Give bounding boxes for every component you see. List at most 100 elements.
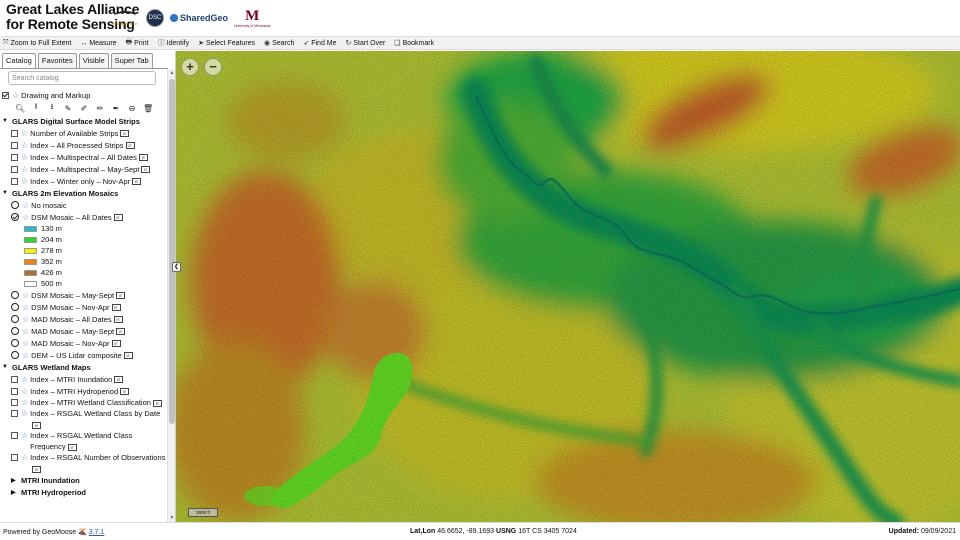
edit-pencil-icon[interactable]: ✒ <box>111 104 121 113</box>
favorite-star-icon[interactable]: ☆ <box>22 201 29 210</box>
favorite-star-icon[interactable]: ☆ <box>21 141 28 150</box>
metadata-info-icon[interactable]: i≡ <box>152 399 162 407</box>
layer-item[interactable]: ☆ MAD Mosaic – All Dates i≡ <box>2 313 166 325</box>
radio-icon[interactable] <box>11 315 19 323</box>
toolbar-measurebutton[interactable]: ↔ Measure <box>80 40 116 47</box>
layer-item[interactable]: ☆ Index – MTRI Inundation i≡ <box>2 373 166 385</box>
toolbar-printbutton[interactable]: 🖶 Print <box>126 38 149 49</box>
checkbox-icon[interactable] <box>11 375 18 383</box>
checkbox-icon[interactable] <box>11 432 18 439</box>
toolbar-searchbutton[interactable]: ◉ Search <box>264 39 294 48</box>
caret-right-icon[interactable]: ▶ <box>11 477 18 484</box>
checkbox-icon[interactable] <box>11 153 18 161</box>
metadata-info-icon[interactable]: i≡ <box>138 154 148 162</box>
tab-super-tab[interactable]: Super Tab <box>110 53 153 68</box>
metadata-info-icon[interactable]: i≡ <box>111 304 121 312</box>
download-icon[interactable]: ⭳ <box>47 101 57 115</box>
favorite-star-icon[interactable]: ☆ <box>21 387 28 396</box>
group-dsm-strips[interactable]: ▼ GLARS Digital Surface Model Strips <box>2 115 166 127</box>
metadata-info-icon[interactable]: i≡ <box>32 421 42 429</box>
layer-item[interactable]: ☆ DEM – US Lidar composite i≡ <box>2 349 166 361</box>
favorite-star-icon[interactable]: ☆ <box>21 153 28 162</box>
group-wetland-maps[interactable]: ▼ GLARS Wetland Maps <box>2 361 166 373</box>
checkbox-icon[interactable] <box>2 91 9 99</box>
layer-item[interactable]: ☆ Index – All Processed Strips i≡ <box>2 139 166 151</box>
remove-circle-icon[interactable]: ⊖ <box>127 104 137 113</box>
toolbar-find-mebutton[interactable]: ➶ Find Me <box>303 39 336 48</box>
group-mtri-hydroperiod[interactable]: ▶ MTRI Hydroperiod <box>2 486 166 498</box>
sidebar-scrollbar[interactable]: ▲ ▼ <box>167 69 175 522</box>
checkbox-icon[interactable] <box>11 141 18 149</box>
checkbox-icon[interactable] <box>11 387 18 395</box>
tab-favorites[interactable]: Favorites <box>37 53 77 68</box>
layer-item[interactable]: ☆ Index – RSGAL Wetland Class Frequency i≡ <box>2 430 166 452</box>
favorite-star-icon[interactable]: ☆ <box>22 303 29 312</box>
checkbox-icon[interactable] <box>11 399 18 406</box>
metadata-info-icon[interactable]: i≡ <box>113 316 123 324</box>
metadata-info-icon[interactable]: i≡ <box>67 443 77 451</box>
layer-item[interactable]: ☆ Index – MTRI Hydroperiod i≡ <box>2 385 166 397</box>
zoom-in-button[interactable]: + <box>181 58 199 76</box>
scroll-down-arrow-icon[interactable]: ▼ <box>169 515 175 521</box>
radio-icon[interactable] <box>11 339 19 347</box>
draw-line-icon[interactable]: ✐ <box>79 104 89 113</box>
checkbox-icon[interactable] <box>11 454 18 461</box>
metadata-info-icon[interactable]: i≡ <box>132 178 142 186</box>
caret-down-icon[interactable]: ▼ <box>2 118 9 124</box>
group-mtri-inundation[interactable]: ▶ MTRI Inundation <box>2 474 166 486</box>
zoom-to-layer-icon[interactable]: 🔍︎ <box>15 104 25 113</box>
metadata-info-icon[interactable]: i≡ <box>116 292 126 300</box>
map-canvas[interactable]: + − 3000 ft <box>176 51 960 522</box>
layer-item[interactable]: ☆ Index – Winter only – Nov-Apr i≡ <box>2 175 166 187</box>
favorite-star-icon[interactable]: ☆ <box>22 291 29 300</box>
metadata-info-icon[interactable]: i≡ <box>32 465 42 473</box>
radio-icon[interactable] <box>11 201 19 209</box>
layer-item[interactable]: ☆ Index – MTRI Wetland Classification i≡ <box>2 397 166 408</box>
metadata-info-icon[interactable]: i≡ <box>114 376 124 384</box>
draw-polygon-icon[interactable]: ✏ <box>95 104 105 113</box>
layer-item[interactable]: ☆ MAD Mosaic – Nov-Apr i≡ <box>2 337 166 349</box>
toolbar-zoom-to-full-extentbutton[interactable]: ⤧ Zoom to Full Extent <box>3 39 71 47</box>
radio-icon[interactable] <box>11 291 19 299</box>
caret-down-icon[interactable]: ▼ <box>2 190 9 196</box>
scroll-up-arrow-icon[interactable]: ▲ <box>169 70 175 76</box>
metadata-info-icon[interactable]: i≡ <box>120 130 130 138</box>
caret-down-icon[interactable]: ▼ <box>2 364 9 370</box>
metadata-info-icon[interactable]: i≡ <box>116 328 126 336</box>
tab-visible[interactable]: Visible <box>78 53 109 68</box>
radio-icon[interactable] <box>11 327 19 335</box>
upload-icon[interactable]: ⭱ <box>31 101 41 115</box>
layer-item[interactable]: ☆ Number of Available Strips i≡ <box>2 127 166 139</box>
favorite-star-icon[interactable]: ☆ <box>12 91 19 100</box>
favorite-star-icon[interactable]: ☆ <box>22 339 29 348</box>
metadata-info-icon[interactable]: i≡ <box>123 352 133 360</box>
metadata-info-icon[interactable]: i≡ <box>125 142 135 150</box>
toolbar-bookmarkbutton[interactable]: ❏ Bookmark <box>394 39 434 48</box>
checkbox-icon[interactable] <box>11 177 18 185</box>
favorite-star-icon[interactable]: ☆ <box>21 430 28 441</box>
metadata-info-icon[interactable]: i≡ <box>141 166 151 174</box>
layer-no-mosaic[interactable]: ☆ No mosaic <box>2 199 166 211</box>
layer-item[interactable]: ☆ MAD Mosaic – May-Sept i≡ <box>2 325 166 337</box>
radio-icon[interactable] <box>11 303 19 311</box>
favorite-star-icon[interactable]: ☆ <box>21 452 28 463</box>
favorite-star-icon[interactable]: ☆ <box>21 397 28 408</box>
checkbox-icon[interactable] <box>11 129 18 137</box>
radio-checked-icon[interactable] <box>11 213 19 221</box>
layer-item[interactable]: ☆ DSM Mosaic – Nov-Apr i≡ <box>2 301 166 313</box>
layer-drawing-markup[interactable]: ☆ Drawing and Markup <box>2 89 166 101</box>
metadata-info-icon[interactable]: i≡ <box>113 213 123 221</box>
favorite-star-icon[interactable]: ☆ <box>22 213 29 222</box>
toolbar-identifybutton[interactable]: ⓘ Identify <box>158 38 190 48</box>
favorite-star-icon[interactable]: ☆ <box>22 315 29 324</box>
favorite-star-icon[interactable]: ☆ <box>22 327 29 336</box>
radio-icon[interactable] <box>11 351 19 359</box>
toolbar-select-featuresbutton[interactable]: ➤ Select Features <box>198 39 255 48</box>
favorite-star-icon[interactable]: ☆ <box>21 177 28 186</box>
toolbar-start-overbutton[interactable]: ↻ Start Over <box>346 39 386 48</box>
caret-right-icon[interactable]: ▶ <box>11 489 18 496</box>
layer-item[interactable]: ☆ Index – RSGAL Number of Observations i≡ <box>2 452 166 474</box>
layer-item[interactable]: ☆ Index – Multispectral – May-Sept i≡ <box>2 163 166 175</box>
layer-dsm-all-dates[interactable]: ☆ DSM Mosaic – All Dates i≡ <box>2 211 166 223</box>
favorite-star-icon[interactable]: ☆ <box>21 408 28 419</box>
